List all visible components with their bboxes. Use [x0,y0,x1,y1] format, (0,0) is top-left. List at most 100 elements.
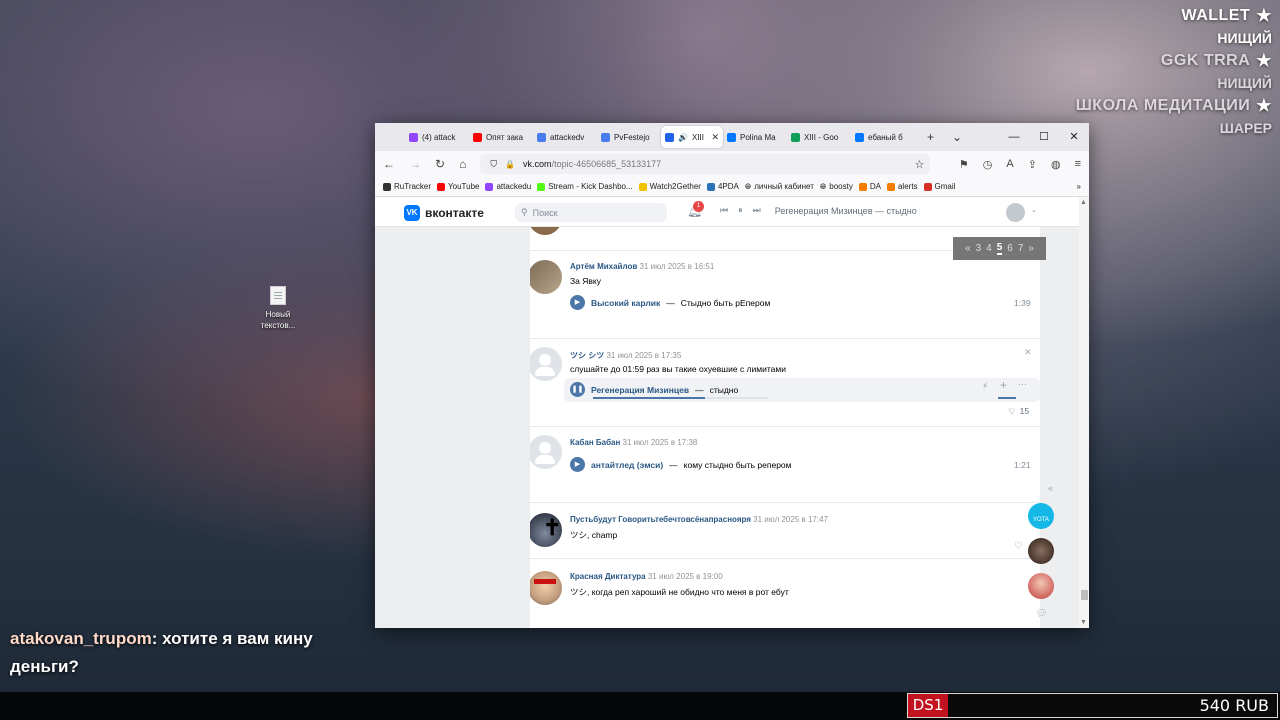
comment-date[interactable]: 31 июл 2025 в 17:35 [606,351,681,360]
tab-vk-2[interactable]: ебаный б [851,126,915,148]
pager-page[interactable]: 7 [1018,243,1024,254]
collapse-dock-icon[interactable]: « [1048,483,1053,493]
audio-artist[interactable]: Высокий карлик [591,298,660,308]
more-icon[interactable]: ··· [1018,379,1027,389]
close-tab-icon[interactable]: ✕ [711,132,719,143]
forward-icon[interactable]: → [409,157,421,171]
author-name[interactable]: Пустьбудут Говоритьтебечтовсёнапраснояря [570,515,751,524]
comment-date[interactable]: 31 июл 2025 в 17:38 [623,438,698,447]
like-control[interactable]: ♡ 15 [1008,406,1029,417]
bookmark-cabinet[interactable]: 🌐︎ личный кабинет [745,182,814,192]
menu-icon[interactable]: ≡ [1075,158,1081,171]
back-icon[interactable]: ← [383,157,395,171]
heart-icon[interactable]: ♡ [1008,406,1016,417]
lock-icon[interactable]: 🔒 [505,160,515,169]
comment-date[interactable]: 31 июл 2025 в 17:47 [753,515,828,524]
scroll-down-icon[interactable]: ▼ [1080,619,1087,626]
author-name[interactable]: Красная Диктатура [570,572,646,581]
scroll-up-icon[interactable]: ▲ [1080,199,1087,206]
play-icon[interactable]: ▶ [570,457,585,472]
profile-avatar[interactable] [1006,203,1025,222]
tab-youtube[interactable]: Опят зака [469,126,533,148]
prev-track-icon[interactable]: ⏮ [720,205,728,216]
avatar[interactable] [530,435,562,469]
tab-vk-polina[interactable]: Polina Ma [723,126,787,148]
minimize-icon[interactable]: — [999,123,1029,151]
more-bookmarks-icon[interactable]: » [1077,182,1081,191]
pager-page[interactable]: 4 [986,243,992,254]
play-icon[interactable]: ▶ [570,295,585,310]
pause-icon[interactable]: ❚❚ [570,382,585,397]
volume-indicator[interactable] [998,397,1016,399]
chat-avatar[interactable] [1028,538,1054,564]
audio-progress-track[interactable] [593,397,768,399]
reload-icon[interactable]: ↻ [435,157,445,171]
close-icon[interactable]: ✕ [1024,347,1032,358]
author-name[interactable]: ツシ シツ [570,351,604,360]
avatar[interactable] [530,260,562,294]
avatar[interactable] [530,571,562,605]
bookmark-da[interactable]: DA [858,182,881,191]
translate-icon[interactable]: A [1006,158,1013,171]
pager-page[interactable]: 3 [976,243,982,254]
new-tab-icon[interactable]: + [927,130,934,144]
pager-next[interactable]: » [1028,243,1034,254]
shield-icon[interactable]: ⛉ [490,159,497,170]
bookmark-kick[interactable]: Stream - Kick Dashbo... [537,182,633,191]
addon-icon[interactable]: ◍ [1051,158,1061,171]
tab-twitch[interactable]: (4) attack [405,126,469,148]
close-window-icon[interactable]: ✕ [1059,123,1089,151]
bookmark-youtube[interactable]: YouTube [437,182,479,191]
lightning-icon[interactable]: ⚡︎ [982,381,988,392]
bookmark-label: Stream - Kick Dashbo... [548,182,633,191]
address-bar[interactable]: ⛉ 🔒 vk.com/topic-46506685_53133177 ☆ [480,154,931,174]
tab-doc-1[interactable]: attackedv [533,126,597,148]
bookmark-watch2gether[interactable]: Watch2Gether [638,182,701,191]
heart-icon[interactable]: ♡ [1014,541,1023,552]
comment-date[interactable]: 31 июл 2025 в 16:51 [639,262,714,271]
audio-attachment[interactable]: ▶ Высокий карлик — Стыдно быть рЕпером [570,295,770,310]
bookmark-alerts[interactable]: alerts [886,182,918,191]
author-name[interactable]: Артём Михайлов [570,262,637,271]
vk-logo[interactable]: VK вконтакте [404,205,484,221]
desktop-file-icon[interactable]: Новый текстов... [256,284,300,331]
messages-icon[interactable]: 💬︎ [1036,608,1058,619]
speaker-icon[interactable]: 🔊 [678,133,688,142]
yota-chat[interactable]: YOTA [1028,503,1054,529]
author-name[interactable]: Кабан Бабан [570,438,620,447]
bookmark-gmail[interactable]: Gmail [923,182,955,191]
extension-icon[interactable]: ⚑ [959,158,969,171]
vk-search-input[interactable]: ⚲ Поиск [515,203,667,222]
share-icon[interactable]: ⇪ [1028,158,1037,171]
bookmark-rutracker[interactable]: RuTracker [383,182,431,191]
bookmark-boosty[interactable]: 🌐︎ boosty [820,182,853,192]
history-icon[interactable]: ◷ [983,158,993,171]
home-icon[interactable]: ⌂ [459,157,466,171]
bookmark-star-icon[interactable]: ☆ [914,158,924,171]
avatar[interactable] [530,347,562,381]
audio-attachment[interactable]: ❚❚ Регенерация Мизинцев — стыдно [570,382,738,397]
chat-avatar[interactable] [1028,573,1054,599]
audio-artist[interactable]: антайтлед (эмси) [591,460,663,470]
next-track-icon[interactable]: ⏭ [753,205,761,216]
now-playing-title[interactable]: Регенерация Мизинцев — стыдно [775,206,917,216]
tab-list-icon[interactable]: ⌄ [952,130,962,144]
tab-doc-2[interactable]: PvFestejo [597,126,661,148]
pager-page-current[interactable]: 5 [996,242,1003,255]
scroll-thumb[interactable] [1081,590,1088,600]
audio-attachment[interactable]: ▶ антайтлед (эмси) — кому стыдно быть ре… [570,457,792,472]
tab-xiii-active[interactable]: 🔊 XIII ✕ [661,126,723,148]
bookmark-4pda[interactable]: 4PDA [706,182,739,191]
avatar[interactable] [530,227,562,235]
add-icon[interactable]: + [1000,378,1007,392]
pager-page[interactable]: 6 [1007,243,1013,254]
audio-artist[interactable]: Регенерация Мизинцев [591,385,689,395]
pager-prev[interactable]: « [965,243,971,254]
chevron-down-icon[interactable]: ⌄ [1031,206,1037,214]
page-scrollbar[interactable]: ▲ ▼ [1079,197,1089,628]
maximize-icon[interactable]: ☐ [1029,123,1059,151]
bookmark-attackedu[interactable]: attackedu [485,182,531,191]
comment-date[interactable]: 31 июл 2025 в 19:00 [648,572,723,581]
pause-icon[interactable]: ⏸ [738,205,743,216]
tab-sheets[interactable]: XIII - Goo [787,126,851,148]
